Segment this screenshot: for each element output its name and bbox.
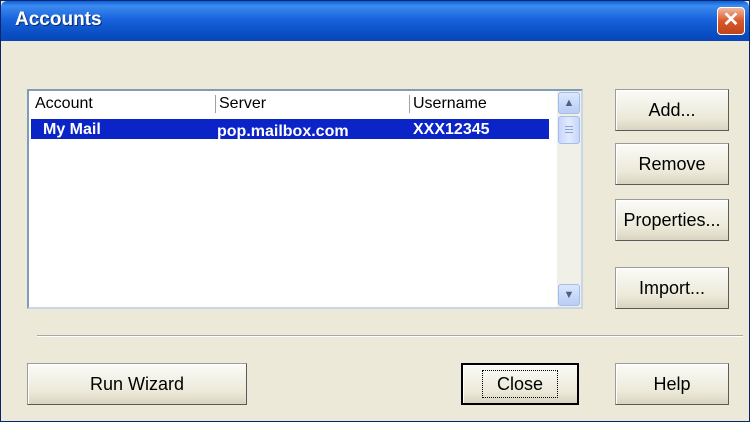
properties-button[interactable]: Properties... — [615, 199, 729, 241]
import-button-label: Import... — [638, 277, 705, 298]
scroll-up-icon[interactable]: ▲ — [558, 92, 580, 114]
accounts-dialog: Accounts ✕ Account Server Username My Ma… — [0, 0, 750, 422]
add-button-label: Add... — [648, 99, 696, 120]
window-title: Accounts — [15, 9, 102, 30]
run-wizard-button-label: Run Wizard — [89, 373, 185, 394]
remove-button-label: Remove — [638, 153, 706, 174]
import-button[interactable]: Import... — [615, 267, 729, 309]
column-header-username[interactable]: Username — [413, 95, 545, 113]
run-wizard-button[interactable]: Run Wizard — [27, 363, 247, 405]
properties-button-label: Properties... — [623, 209, 721, 230]
scroll-thumb[interactable] — [558, 116, 580, 144]
close-button-label: Close — [481, 370, 559, 398]
cell-server: pop.mailbox.com — [217, 123, 349, 140]
divider — [37, 335, 743, 337]
add-button[interactable]: Add... — [615, 89, 729, 131]
scroll-down-icon[interactable]: ▼ — [558, 284, 580, 306]
title-bar[interactable]: Accounts ✕ — [1, 1, 749, 41]
close-icon[interactable]: ✕ — [717, 7, 745, 35]
column-header-account[interactable]: Account — [35, 95, 216, 113]
vertical-scrollbar[interactable]: ▲ ▼ — [557, 91, 581, 307]
help-button-label: Help — [653, 373, 691, 394]
help-button[interactable]: Help — [615, 363, 729, 405]
accounts-list[interactable]: Account Server Username My Mail pop.mail… — [27, 89, 583, 309]
column-header-server[interactable]: Server — [219, 95, 410, 113]
close-button[interactable]: Close — [461, 363, 579, 405]
cell-username: XXX12345 — [413, 121, 490, 138]
cell-account: My Mail — [43, 121, 101, 138]
remove-button[interactable]: Remove — [615, 143, 729, 185]
